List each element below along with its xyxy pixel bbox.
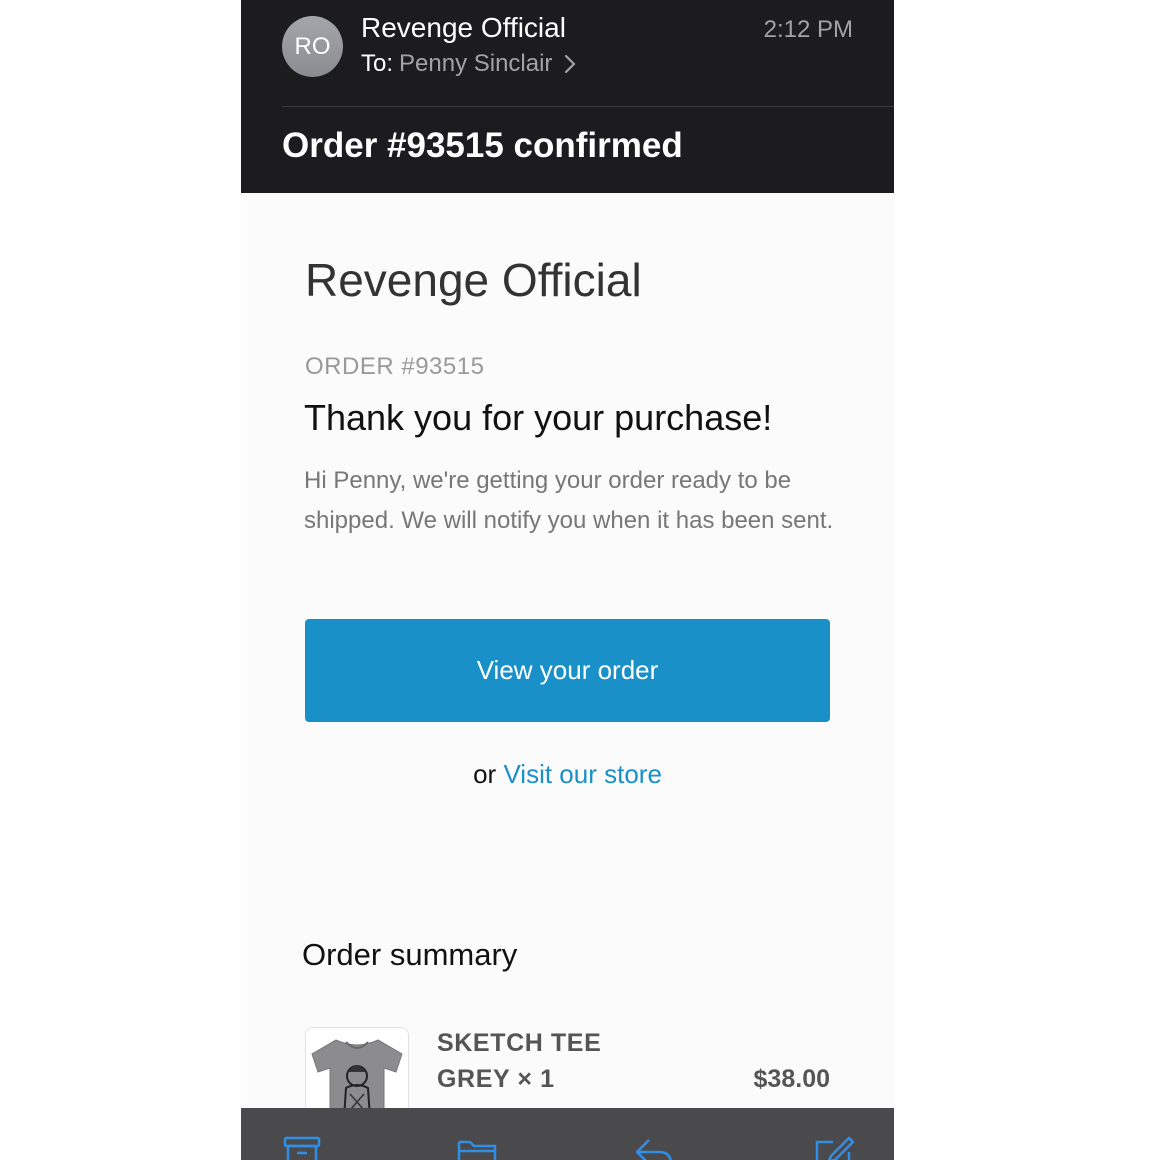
shop-name: Revenge Official <box>305 254 642 306</box>
email-subject: Order #93515 confirmed <box>282 126 683 165</box>
mail-header: RO Revenge Official To: Penny Sinclair 2… <box>241 0 894 193</box>
sender-avatar[interactable]: RO <box>282 16 343 77</box>
product-name: SKETCH TEE <box>437 1029 602 1057</box>
sender-name[interactable]: Revenge Official <box>361 12 566 44</box>
thank-you-heading: Thank you for your purchase! <box>304 397 773 438</box>
view-order-button[interactable]: View your order <box>305 619 830 722</box>
intro-message: Hi Penny, we're getting your order ready… <box>304 467 834 534</box>
recipient-name[interactable]: Penny Sinclair <box>399 50 552 78</box>
reply-icon[interactable] <box>631 1134 675 1160</box>
product-price: $38.00 <box>753 1065 830 1093</box>
product-variant-quantity: GREY × 1 <box>437 1065 555 1093</box>
email-body: Revenge Official ORDER #93515 Thank you … <box>241 193 894 1131</box>
visit-store-link[interactable]: Visit our store <box>503 759 661 789</box>
sent-time: 2:12 PM <box>763 16 853 43</box>
archive-icon[interactable] <box>281 1134 325 1160</box>
folder-icon[interactable] <box>455 1134 499 1160</box>
order-number: ORDER #93515 <box>305 353 485 380</box>
bottom-toolbar <box>241 1108 894 1160</box>
or-text: or <box>473 759 497 789</box>
visit-store-line: or Visit our store <box>241 759 894 790</box>
compose-icon[interactable] <box>811 1134 855 1160</box>
order-summary-heading: Order summary <box>302 937 518 972</box>
to-label: To: <box>361 50 394 77</box>
mail-message-view: RO Revenge Official To: Penny Sinclair 2… <box>241 0 894 1160</box>
header-divider <box>282 106 894 107</box>
recipient-line[interactable]: To: Penny Sinclair <box>361 50 578 78</box>
chevron-right-icon <box>562 53 578 75</box>
